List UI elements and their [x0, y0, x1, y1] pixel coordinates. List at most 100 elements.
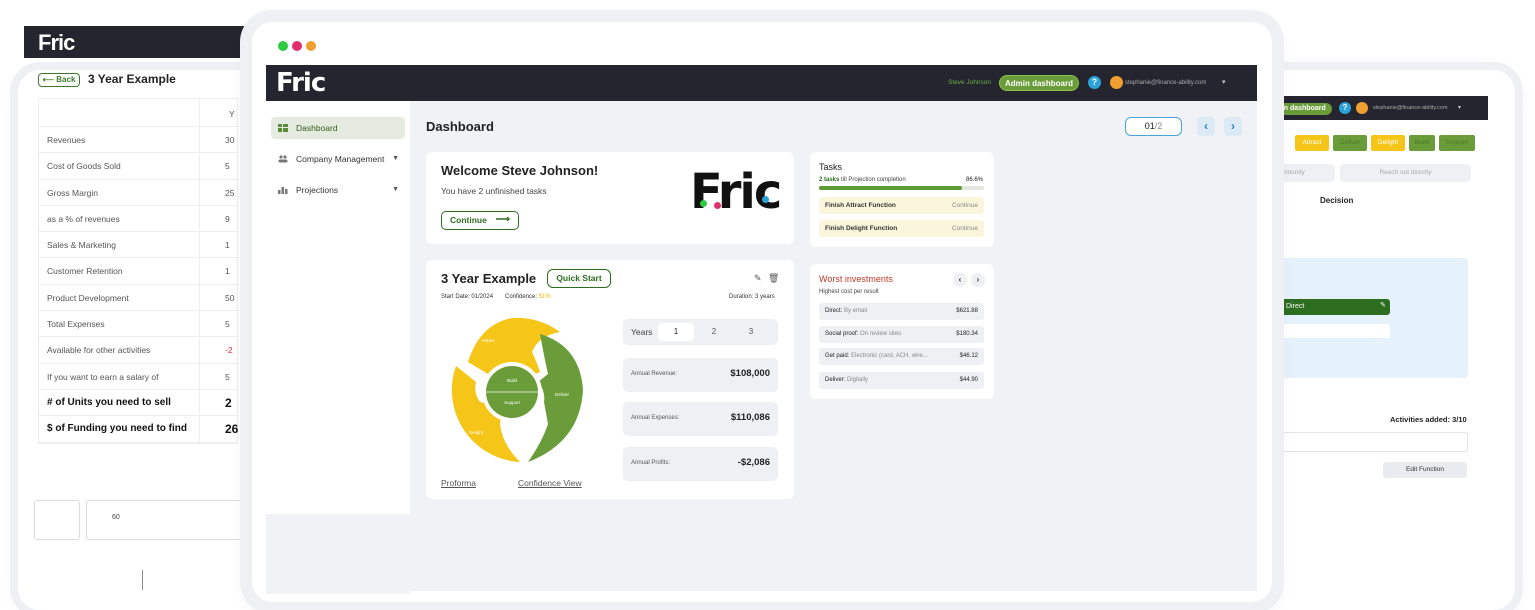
bar-chart-icon: [278, 187, 288, 194]
user-avatar-icon[interactable]: [1110, 76, 1123, 89]
right-user-icon[interactable]: [1356, 102, 1368, 114]
investment-name: Get paid:: [825, 353, 850, 359]
app-logo[interactable]: Fric: [276, 68, 326, 98]
right-caret-icon[interactable]: ▾: [1458, 104, 1461, 111]
year-tab-3[interactable]: 3: [733, 323, 769, 341]
right-help-icon[interactable]: ?: [1339, 102, 1351, 114]
wheel-label-attract: Attract: [481, 338, 495, 343]
duration: Duration: 3 years: [729, 294, 775, 300]
sidebar-item-label: Dashboard: [296, 123, 338, 133]
annual-expenses-label: Annual Expenses:: [631, 415, 680, 421]
tasks-percent: 86.6%: [966, 177, 984, 183]
background-window-right: Admin dashboard ? stephanie@finance-abil…: [1240, 70, 1515, 610]
chevron-down-icon: ▼: [392, 186, 399, 193]
top-navbar: [266, 65, 1257, 101]
window-dot-orange: [306, 41, 316, 51]
table-row: # of Units you need to sell 2: [39, 389, 237, 417]
window-dot-pink: [292, 41, 302, 51]
worst-next-button[interactable]: ›: [971, 273, 985, 287]
arrow-right-icon: ⟶: [495, 214, 510, 225]
activities-field[interactable]: [1260, 432, 1468, 452]
investment-amount: $621.88: [956, 308, 978, 314]
admin-dashboard-button[interactable]: Admin dashboard: [999, 75, 1079, 91]
pager-total: /2: [1154, 121, 1163, 131]
chip-delight[interactable]: Delight: [1371, 135, 1405, 151]
continue-label: Continue: [450, 215, 487, 225]
prev-page-button[interactable]: ‹: [1197, 117, 1215, 136]
investment-detail: Digitally: [845, 377, 869, 383]
wheel-label-deliver: Deliver: [555, 392, 570, 397]
confidence-label: Confidence:: [505, 294, 539, 300]
worst-prev-button[interactable]: ‹: [953, 273, 967, 287]
content-bottom: [266, 514, 410, 594]
chip-support[interactable]: Support: [1439, 135, 1475, 151]
chip-deliver[interactable]: Deliver: [1333, 135, 1367, 151]
chip-build[interactable]: Build: [1409, 135, 1435, 151]
edit-icon[interactable]: ✎: [754, 273, 762, 284]
right-user-email: stephanie@finance-ability.com: [1373, 105, 1448, 111]
table-row: Product Development 50: [39, 284, 237, 312]
left-chart-axis: [142, 570, 143, 590]
worst-investments-title: Worst investments: [819, 274, 893, 284]
sidebar-item-projections[interactable]: Projections ▼: [271, 179, 405, 201]
task-item-delight[interactable]: Finish Delight Function Continue: [819, 220, 984, 237]
investment-row[interactable]: Direct: By email $621.88: [819, 303, 984, 320]
left-window-logo: Fric: [38, 30, 75, 55]
chip-attract[interactable]: Attract: [1295, 135, 1329, 151]
back-button[interactable]: ⟵ Back: [38, 73, 80, 87]
table-row: Revenues 30: [39, 127, 237, 154]
logo-dot-pink: [714, 202, 721, 209]
investment-detail: Electronic (card, ACH, wire...: [849, 353, 928, 359]
quick-start-button[interactable]: Quick Start: [547, 269, 611, 288]
welcome-subtitle: You have 2 unfinished tasks: [441, 186, 547, 196]
column-header: Y: [229, 109, 235, 119]
sidebar-item-label: Company Management: [296, 154, 385, 164]
start-date: Start Date: 01/2024: [441, 294, 494, 300]
investment-detail: On review sites: [858, 331, 902, 337]
welcome-title: Welcome Steve Johnson!: [441, 163, 599, 178]
table-row: $ of Funding you need to find 26: [39, 416, 238, 443]
back-label: Back: [56, 75, 76, 84]
reach-out-field[interactable]: Reach out directly: [1340, 164, 1471, 182]
investment-row[interactable]: Get paid: Electronic (card, ACH, wire...…: [819, 348, 984, 365]
task-label: Finish Delight Function: [825, 225, 898, 232]
user-name: Steve Johnson: [948, 79, 992, 86]
logo-dot-blue: [762, 196, 769, 203]
edit-function-button[interactable]: Edit Function: [1383, 462, 1467, 478]
year-tab-2[interactable]: 2: [696, 323, 732, 341]
people-icon: [278, 155, 288, 163]
chevron-down-icon: ▼: [392, 155, 399, 162]
investment-row[interactable]: Social proof: On review sites $180.34: [819, 326, 984, 343]
table-row: If you want to earn a salary of 5: [39, 363, 237, 390]
sidebar-item-company-management[interactable]: Company Management ▼: [271, 148, 405, 170]
dashboard-icon: [278, 124, 288, 132]
investment-detail: By email: [842, 308, 868, 314]
continue-button[interactable]: Continue ⟶: [441, 211, 519, 230]
activities-added: Activities added: 3/10: [1390, 415, 1467, 424]
task-continue-link[interactable]: Continue: [952, 197, 978, 214]
decision-label: Decision: [1320, 196, 1354, 205]
investment-row[interactable]: Deliver: Digitally $44.90: [819, 372, 984, 389]
trash-icon[interactable]: 🗑: [768, 273, 779, 284]
annual-expenses-box: Annual Expenses: $110,086: [623, 402, 778, 436]
task-item-attract[interactable]: Finish Attract Function Continue: [819, 197, 984, 214]
task-continue-link[interactable]: Continue: [952, 220, 978, 237]
confidence-view-link[interactable]: Confidence View: [518, 478, 582, 488]
investment-name: Social proof:: [825, 331, 859, 337]
year-tab-1[interactable]: 1: [658, 323, 694, 341]
function-wheel[interactable]: Build Support Attract Deliver Delight: [440, 316, 585, 464]
direct-edit-icon[interactable]: ✎: [1380, 301, 1386, 309]
next-page-button[interactable]: ›: [1224, 117, 1242, 136]
logo-dot-green: [700, 200, 707, 207]
account-caret-icon[interactable]: ▾: [1222, 78, 1226, 86]
years-label: Years: [631, 327, 653, 337]
task-label: Finish Attract Function: [825, 202, 896, 209]
proforma-link[interactable]: Proforma: [441, 478, 476, 488]
investment-name: Direct:: [825, 308, 843, 314]
table-row: Available for other activities -2: [39, 337, 237, 364]
sidebar-item-dashboard[interactable]: Dashboard: [271, 117, 405, 139]
window-dot-green: [278, 41, 288, 51]
help-icon[interactable]: ?: [1088, 76, 1101, 89]
tasks-subtitle-rest: till Projection completion: [839, 177, 906, 183]
direct-node[interactable]: Direct: [1280, 299, 1390, 315]
